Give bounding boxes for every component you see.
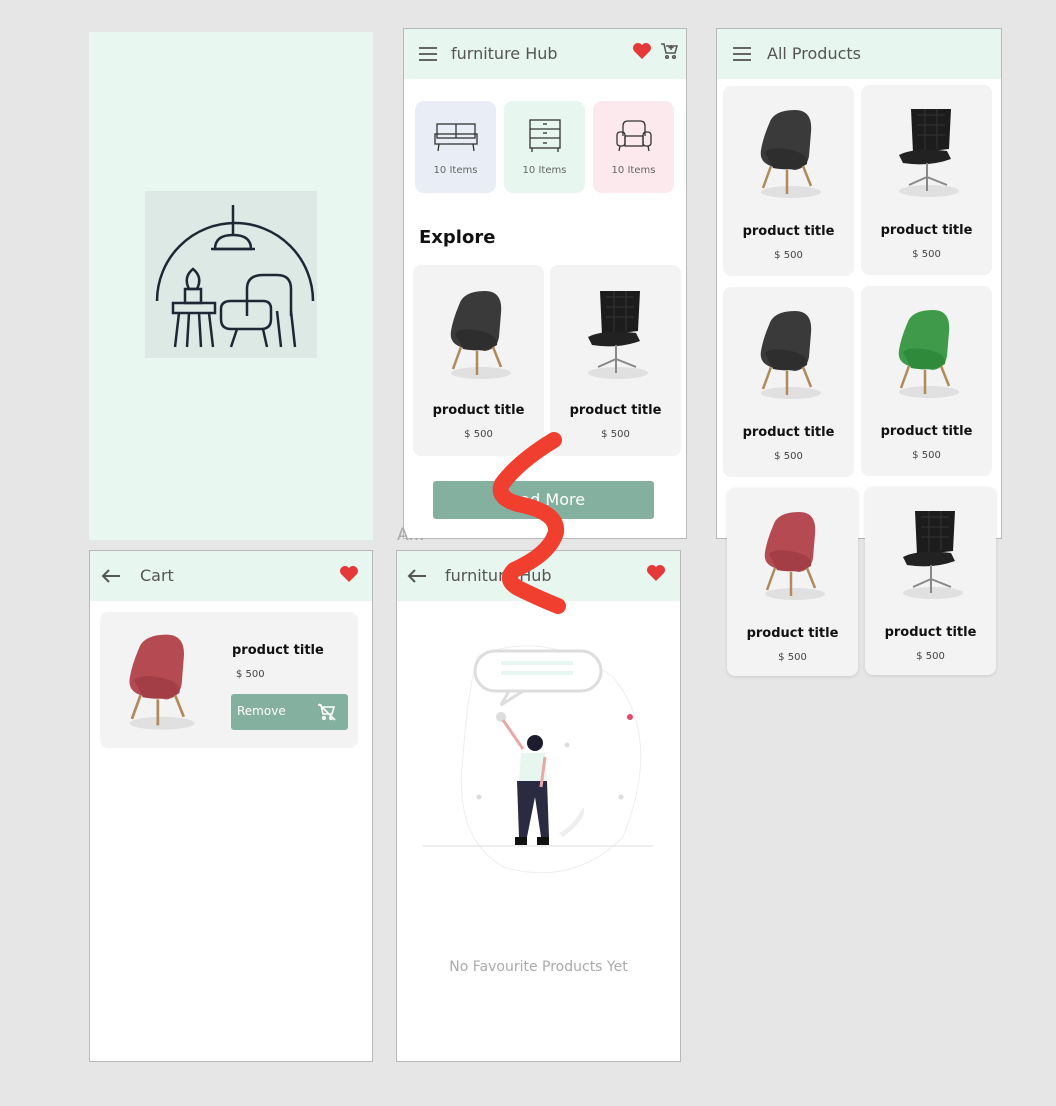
product-card[interactable]: product title $ 500	[861, 85, 992, 275]
chair-image	[764, 512, 825, 600]
product-title: product title	[746, 626, 839, 641]
all-products-appbar: All Products	[717, 29, 1001, 79]
chair-image	[899, 109, 959, 197]
product-title: product title	[432, 403, 525, 418]
category-count: 10 Items	[433, 165, 478, 176]
chair-image	[760, 110, 821, 198]
dresser-icon	[529, 119, 561, 152]
product-card[interactable]: product title $ 500	[723, 86, 854, 276]
chair-image	[760, 311, 821, 399]
product-card[interactable]: product title $ 500	[865, 487, 996, 675]
armchair-icon	[616, 120, 652, 152]
category-sofa[interactable]: 10 Items	[415, 101, 496, 193]
cart-item: product title $ 500 Remove	[100, 612, 358, 748]
remove-button[interactable]: Remove	[231, 694, 348, 730]
back-arrow-icon[interactable]	[101, 568, 121, 584]
chair-image	[903, 511, 963, 599]
chair-image	[588, 291, 648, 379]
home-title: furniture Hub	[451, 44, 558, 63]
chair-image	[898, 310, 959, 398]
cart-title: Cart	[140, 566, 174, 585]
product-title: product title	[742, 224, 835, 239]
category-count: 10 Items	[611, 165, 656, 176]
product-price: $ 500	[912, 450, 941, 461]
squiggle-annotation	[492, 432, 566, 614]
favourites-screen: furniture Hub No Favourite Products Yet	[396, 550, 681, 1062]
app-logo	[145, 191, 317, 358]
product-title: product title	[742, 425, 835, 440]
product-title: product title	[880, 424, 973, 439]
category-dresser[interactable]: 10 Items	[504, 101, 585, 193]
product-title: product title	[884, 625, 977, 640]
product-price: $ 500	[916, 651, 945, 662]
product-price: $ 500	[912, 249, 941, 260]
menu-icon[interactable]	[418, 46, 438, 62]
cart-appbar: Cart	[90, 551, 372, 601]
back-arrow-icon[interactable]	[407, 568, 427, 584]
cart-add-icon[interactable]	[660, 42, 678, 60]
cart-screen: Cart product title $ 500 Remove	[89, 550, 373, 1062]
product-card[interactable]: product title $ 500	[861, 286, 992, 476]
cart-item-title: product title	[232, 643, 324, 658]
category-count: 10 Items	[522, 165, 567, 176]
product-card[interactable]: product title $ 500	[723, 287, 854, 477]
product-card[interactable]: product title $ 500	[727, 488, 858, 676]
splash-screen	[89, 32, 373, 540]
favourite-heart-icon[interactable]	[339, 565, 359, 583]
product-price: $ 500	[778, 652, 807, 663]
product-card[interactable]: product title $ 500	[413, 265, 544, 456]
product-price: $ 500	[774, 451, 803, 462]
remove-label: Remove	[237, 704, 286, 718]
category-armchair[interactable]: 10 Items	[593, 101, 674, 193]
product-card[interactable]: product title $ 500	[550, 265, 681, 456]
empty-state-illustration	[423, 645, 653, 874]
empty-favourites-message: No Favourite Products Yet	[449, 959, 628, 975]
product-title: product title	[569, 403, 662, 418]
favourite-heart-icon[interactable]	[632, 42, 652, 60]
chair-image	[129, 634, 195, 730]
menu-icon[interactable]	[732, 46, 752, 62]
remove-from-cart-icon	[318, 703, 336, 721]
product-title: product title	[880, 223, 973, 238]
explore-heading: Explore	[419, 227, 496, 248]
product-price: $ 500	[774, 250, 803, 261]
cart-item-price: $ 500	[236, 669, 265, 680]
all-products-title: All Products	[767, 44, 862, 63]
sofa-icon	[434, 123, 478, 152]
home-appbar: furniture Hub	[404, 29, 686, 79]
favourite-heart-icon[interactable]	[646, 564, 666, 582]
artboard-label: A...	[397, 525, 425, 545]
chair-image	[450, 291, 511, 379]
